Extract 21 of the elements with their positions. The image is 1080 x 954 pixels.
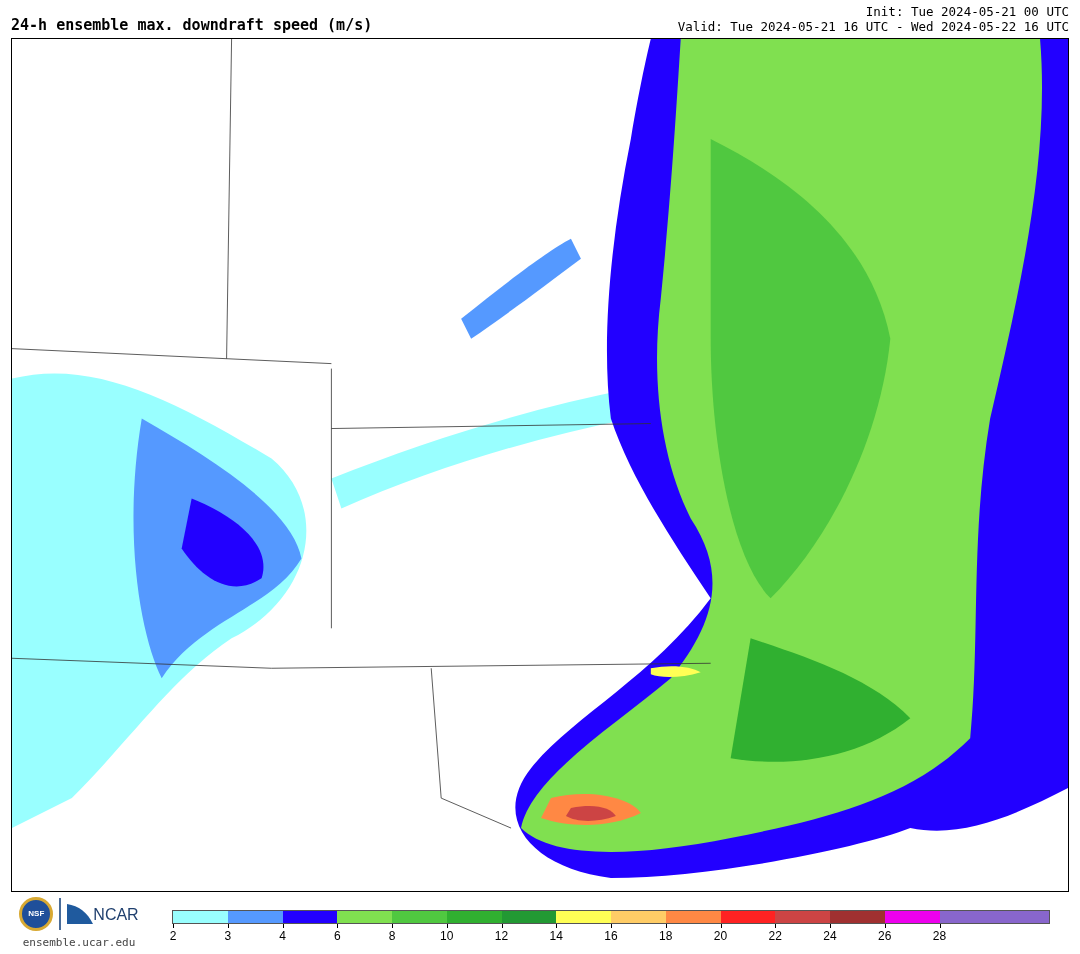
scale-label: 14 (549, 929, 563, 943)
scale-label: 10 (440, 929, 454, 943)
scale-label: 22 (768, 929, 782, 943)
scale-label: 3 (224, 929, 232, 943)
scale-label: 8 (388, 929, 396, 943)
init-time: Init: Tue 2024-05-21 00 UTC (865, 4, 1069, 19)
scale-label: 20 (713, 929, 728, 943)
scale-label: 24 (823, 929, 837, 943)
scale-label: 18 (659, 929, 673, 943)
ncar-logo: NCAR (67, 904, 139, 924)
chart-title: 24-h ensemble max. downdraft speed (m/s) (11, 16, 373, 34)
scale-label: 2 (169, 929, 177, 943)
scale-label: 26 (878, 929, 892, 943)
scale-label: 12 (494, 929, 509, 943)
scale-label: 4 (279, 929, 286, 943)
nsf-logo: NSF (19, 897, 54, 931)
scale-label: 28 (932, 929, 947, 943)
scale-label: 16 (604, 929, 618, 943)
website-url: ensemble.ucar.edu (22, 935, 136, 951)
valid-period: Valid: Tue 2024-05-21 16 UTC - Wed 2024-05-22 16 UTC (677, 19, 1069, 34)
scale-label: 6 (333, 929, 341, 943)
